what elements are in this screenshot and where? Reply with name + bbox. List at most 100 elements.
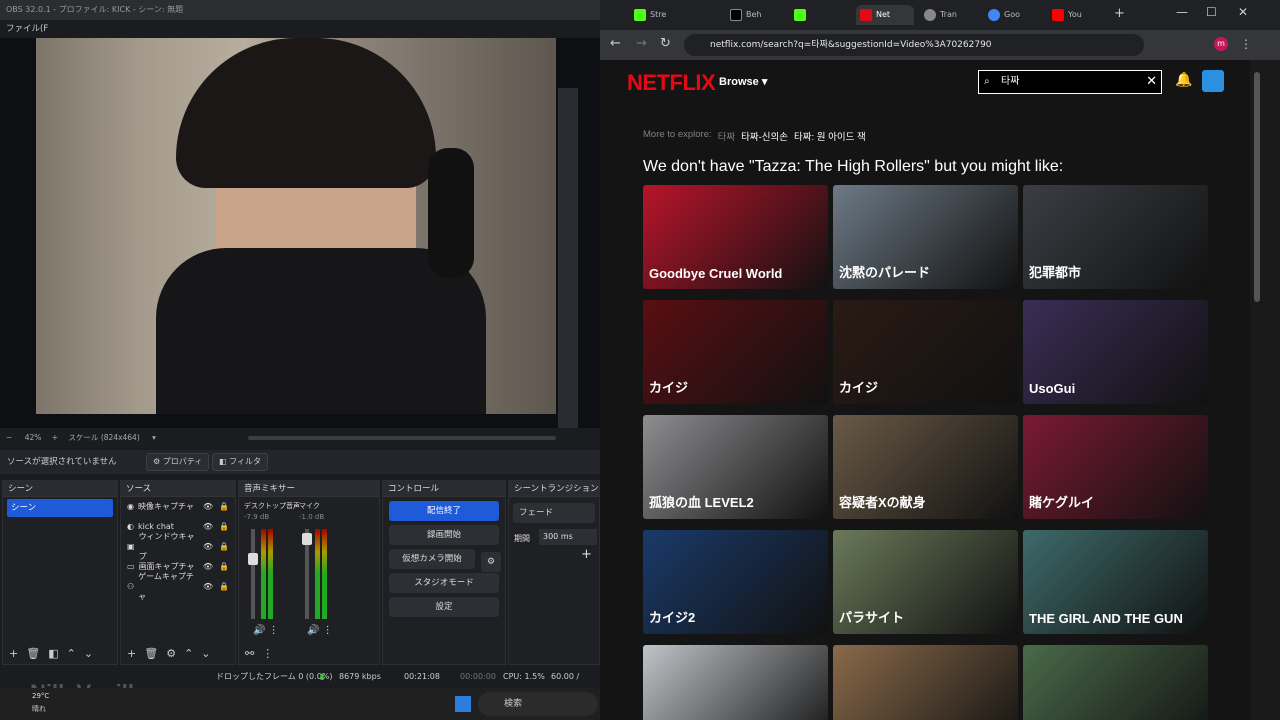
mic-slider-handle[interactable]: [302, 533, 312, 545]
lock-icon[interactable]: 🔒: [219, 557, 229, 577]
new-tab-icon[interactable]: +: [1114, 6, 1125, 21]
tab[interactable]: Stre: [630, 5, 670, 25]
preview-scrollbar[interactable]: [248, 436, 556, 440]
up-icon[interactable]: ⌃: [67, 647, 76, 660]
trash-icon[interactable]: 🗑: [144, 647, 158, 660]
lock-icon[interactable]: 🔒: [219, 497, 229, 517]
explore-link[interactable]: 타짜: [718, 129, 735, 143]
browse-menu[interactable]: Browse ▾: [719, 75, 767, 88]
obs-menu-bar[interactable]: ファイル(F: [0, 20, 600, 38]
eye-icon[interactable]: 👁: [203, 577, 213, 597]
title-card[interactable]: THE GIRL AND THE GUN: [1023, 530, 1208, 634]
add-icon[interactable]: +: [9, 647, 18, 660]
sources-header: ソース: [121, 481, 235, 497]
address-bar[interactable]: netflix.com/search?q=타짜&suggestionId=Vid…: [684, 34, 1144, 56]
forward-icon[interactable]: →: [636, 36, 647, 51]
title-card[interactable]: UsoGui: [1023, 300, 1208, 404]
title-card[interactable]: [833, 645, 1018, 720]
studio-mode-button[interactable]: スタジオモード: [389, 573, 499, 593]
person-hair: [176, 38, 436, 188]
tab[interactable]: Beh: [726, 5, 766, 25]
eye-icon[interactable]: 👁: [203, 517, 213, 537]
eye-icon[interactable]: 👁: [203, 537, 213, 557]
title-card[interactable]: Goodbye Cruel World: [643, 185, 828, 289]
title-card[interactable]: LIFE WITHOUT PRINCIPLE: [643, 645, 828, 720]
menu-icon[interactable]: ⋮: [262, 647, 273, 660]
menu-icon[interactable]: ⋮: [1240, 37, 1252, 51]
source-item[interactable]: ◉ 映像キャプチャ 👁 🔒: [121, 497, 235, 517]
taskbar-search[interactable]: 検索: [478, 692, 598, 716]
link-icon[interactable]: ⚯: [245, 647, 254, 660]
title-card[interactable]: 沈黙のパレード: [833, 185, 1018, 289]
title-card[interactable]: 孤狼の血 LEVEL2: [643, 415, 828, 519]
zoom-in-button[interactable]: +: [52, 433, 58, 442]
minimize-icon[interactable]: —: [1176, 5, 1188, 19]
back-icon[interactable]: ←: [610, 36, 621, 51]
explore-link[interactable]: 타짜: 원 아이드 잭: [794, 129, 866, 143]
transition-select[interactable]: フェード: [513, 503, 595, 523]
gear-icon[interactable]: ⚙: [166, 647, 176, 660]
sources-footer: + 🗑 ⚙ ⌃ ⌄: [121, 642, 235, 664]
scene-item[interactable]: シーン: [7, 499, 113, 517]
title-card-label: 孤狼の血 LEVEL2: [649, 495, 754, 510]
down-icon[interactable]: ⌄: [84, 647, 93, 660]
tab[interactable]: [790, 5, 830, 25]
title-card[interactable]: パラサイト: [833, 530, 1018, 634]
stop-streaming-button[interactable]: 配信終了: [389, 501, 499, 521]
bell-icon[interactable]: 🔔: [1175, 72, 1192, 88]
title-card[interactable]: 犯罪都市: [1023, 185, 1208, 289]
add-icon[interactable]: +: [581, 547, 592, 562]
speaker-icon[interactable]: 🔊 ⋮: [253, 625, 279, 636]
title-card[interactable]: 容疑者Xの献身: [833, 415, 1018, 519]
lock-icon[interactable]: 🔒: [219, 577, 229, 597]
close-icon[interactable]: ✕: [1238, 5, 1248, 19]
eye-icon[interactable]: 👁: [203, 557, 213, 577]
tab[interactable]: You: [1048, 5, 1088, 25]
title-card[interactable]: カイジ2: [643, 530, 828, 634]
clear-search-icon[interactable]: ✕: [1146, 71, 1157, 93]
title-card[interactable]: [1023, 645, 1208, 720]
scrollbar-thumb[interactable]: [1254, 72, 1260, 302]
tab-strip: Stre Beh Net Tran Goo You + — ☐ ✕: [600, 0, 1280, 30]
scale-label: スケール (824x464): [68, 433, 140, 442]
eye-icon[interactable]: 👁: [203, 497, 213, 517]
maximize-icon[interactable]: ☐: [1206, 5, 1217, 19]
filters-button[interactable]: ◧ フィルタ: [212, 453, 268, 471]
desktop-volume-slider[interactable]: [251, 529, 255, 619]
filter-icon[interactable]: ◧: [48, 647, 58, 660]
zoom-out-button[interactable]: −: [6, 433, 12, 442]
tab[interactable]: Tran: [920, 5, 960, 25]
source-item[interactable]: ▣ ウィンドウキャプ 👁 🔒: [121, 532, 235, 561]
profile-avatar[interactable]: m: [1214, 37, 1228, 51]
zoom-bar: − 42% + スケール (824x464) ▾: [0, 430, 600, 446]
add-icon[interactable]: +: [127, 647, 136, 660]
properties-button[interactable]: ⚙ プロパティ: [146, 453, 210, 471]
source-item[interactable]: ⚇ ゲームキャプチャ 👁 🔒: [121, 572, 235, 601]
virtual-camera-button[interactable]: 仮想カメラ開始: [389, 549, 475, 569]
search-input[interactable]: ⌕ 타짜 ✕: [978, 70, 1162, 94]
profile-icon[interactable]: [1202, 70, 1224, 92]
settings-button[interactable]: 設定: [389, 597, 499, 617]
title-card[interactable]: カイジ: [643, 300, 828, 404]
scale-dropdown-icon[interactable]: ▾: [152, 433, 156, 442]
desktop-slider-handle[interactable]: [248, 553, 258, 565]
reload-icon[interactable]: ↻: [660, 36, 671, 51]
netflix-logo[interactable]: NETFLIX: [627, 70, 716, 96]
gear-icon[interactable]: ⚙: [481, 552, 501, 572]
lock-icon[interactable]: 🔒: [219, 517, 229, 537]
up-icon[interactable]: ⌃: [184, 647, 193, 660]
start-recording-button[interactable]: 録画開始: [389, 525, 499, 545]
down-icon[interactable]: ⌄: [201, 647, 210, 660]
windows-start-icon[interactable]: [455, 696, 471, 712]
speaker-icon[interactable]: 🔊 ⋮: [307, 625, 333, 636]
lock-icon[interactable]: 🔒: [219, 537, 229, 557]
title-card[interactable]: カイジ: [833, 300, 1018, 404]
trash-icon[interactable]: 🗑: [26, 647, 40, 660]
preview-canvas[interactable]: [0, 38, 600, 428]
tab-active[interactable]: Net: [856, 5, 914, 25]
explore-link[interactable]: 타짜-신의손: [741, 129, 788, 143]
page-scrollbar[interactable]: [1250, 60, 1280, 720]
tab[interactable]: Goo: [984, 5, 1024, 25]
title-card[interactable]: 賭ケグルイ: [1023, 415, 1208, 519]
duration-input[interactable]: 300 ms: [539, 529, 597, 545]
